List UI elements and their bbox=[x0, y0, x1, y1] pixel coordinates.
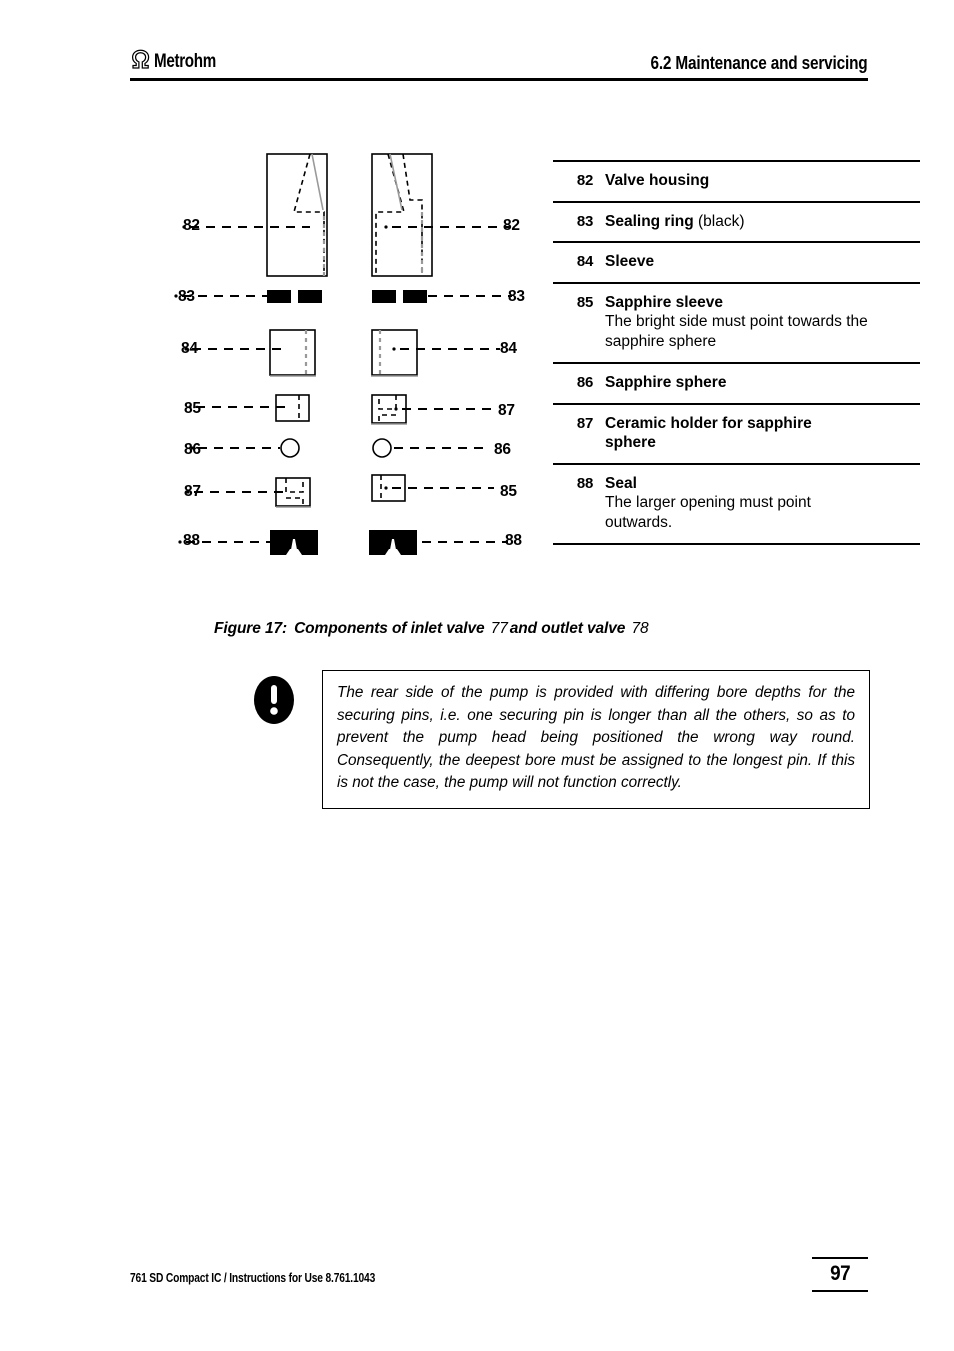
part-number: 83 bbox=[576, 212, 593, 230]
part-title: Valve housing bbox=[605, 172, 710, 189]
exclamation-mark-icon bbox=[250, 670, 322, 731]
table-row: 84 Sleeve bbox=[553, 241, 920, 282]
diagram-label-right-87: 87 bbox=[498, 402, 515, 419]
part-title: Sapphire sleeve bbox=[605, 293, 724, 311]
header-rule bbox=[130, 78, 868, 81]
metrohm-omega-logo-icon bbox=[130, 49, 152, 74]
diagram-label-left-83: 83 bbox=[178, 288, 195, 305]
section-title: 6.2 Maintenance and servicing bbox=[650, 52, 868, 73]
diagram-label-right-83: 83 bbox=[508, 288, 525, 305]
diagram-label-left-84: 84 bbox=[181, 340, 198, 357]
table-row: 83 Sealing ring (black) bbox=[553, 200, 920, 242]
part-title: Ceramic holder for sapphire sphere bbox=[605, 414, 812, 452]
table-row: 85 Sapphire sleeve The bright side must … bbox=[553, 281, 920, 363]
part-text: Sleeve bbox=[605, 252, 654, 272]
brand-name: Metrohm bbox=[154, 50, 216, 72]
part-title: Sleeve bbox=[605, 253, 655, 270]
note-block: The rear side of the pump is provided wi… bbox=[250, 670, 870, 809]
page-number-container: 97 bbox=[812, 1257, 868, 1292]
part-number: 85 bbox=[576, 293, 593, 311]
table-row: 88 Seal The larger opening must point ou… bbox=[553, 462, 920, 545]
diagram-label-right-86: 86 bbox=[494, 441, 511, 458]
figure-block: .solid { fill:none; stroke:#000; stroke-… bbox=[0, 0, 954, 1351]
part-number: 87 bbox=[576, 414, 593, 432]
caption-ref-inlet: 77 bbox=[490, 620, 508, 637]
part-title: Sealing ring bbox=[605, 212, 694, 230]
note-box: The rear side of the pump is provided wi… bbox=[322, 670, 870, 809]
table-row: 87 Ceramic holder for sapphire sphere bbox=[553, 402, 920, 463]
diagram-label-right-85: 85 bbox=[500, 483, 517, 500]
page-number: 97 bbox=[829, 1262, 851, 1285]
part-title: Sapphire sphere bbox=[605, 374, 727, 391]
table-row: 82 Valve housing bbox=[553, 160, 920, 201]
page-footer: 761 SD Compact IC / Instructions for Use… bbox=[130, 1257, 868, 1312]
caption-text-b: and outlet valve bbox=[509, 620, 626, 637]
header-row: Metrohm 6.2 Maintenance and servicing bbox=[130, 44, 868, 74]
part-text: Valve housing bbox=[605, 171, 709, 191]
valve-exploded-diagram: .solid { fill:none; stroke:#000; stroke-… bbox=[160, 140, 540, 580]
part-text: Ceramic holder for sapphire sphere bbox=[605, 414, 851, 453]
diagram-label-right-88: 88 bbox=[505, 532, 522, 549]
part-suffix: (black) bbox=[693, 212, 745, 230]
part-description: The larger opening must point outwards. bbox=[605, 494, 811, 531]
table-row: 86 Sapphire sphere bbox=[553, 362, 920, 403]
caption-text-a: Components of inlet valve bbox=[294, 620, 485, 637]
part-description: The bright side must point towards the s… bbox=[605, 313, 868, 350]
parts-legend-table: 82 Valve housing 83 Sealing ring (black)… bbox=[553, 160, 920, 545]
page-header: Metrohm 6.2 Maintenance and servicing bbox=[130, 44, 868, 84]
brand: Metrohm bbox=[130, 49, 231, 74]
part-text: Sapphire sleeve The bright side must poi… bbox=[605, 293, 920, 353]
diagram-label-left-88: 88 bbox=[183, 532, 200, 549]
caption-ref-outlet: 78 bbox=[631, 620, 649, 637]
caption-prefix: Figure 17: bbox=[214, 620, 288, 637]
part-number: 84 bbox=[576, 253, 593, 270]
part-number: 88 bbox=[576, 474, 593, 492]
diagram-label-left-86: 86 bbox=[184, 441, 201, 458]
footer-document-line: 761 SD Compact IC / Instructions for Use… bbox=[130, 1271, 376, 1285]
diagram-label-left-85: 85 bbox=[184, 400, 201, 417]
diagram-label-right-82: 82 bbox=[503, 217, 520, 234]
part-number: 86 bbox=[576, 374, 593, 391]
part-title: Seal bbox=[605, 474, 637, 492]
note-text: The rear side of the pump is provided wi… bbox=[337, 684, 855, 792]
part-text: Seal The larger opening must point outwa… bbox=[605, 474, 857, 534]
diagram-label-right-84: 84 bbox=[500, 340, 517, 357]
diagram-label-left-87: 87 bbox=[184, 483, 201, 500]
part-text: Sapphire sphere bbox=[605, 373, 726, 393]
part-number: 82 bbox=[576, 172, 593, 189]
figure-caption: Figure 17: Components of inlet valve 77 an… bbox=[214, 620, 651, 638]
diagram-label-left-82: 82 bbox=[183, 217, 200, 234]
part-text: Sealing ring (black) bbox=[605, 212, 745, 232]
